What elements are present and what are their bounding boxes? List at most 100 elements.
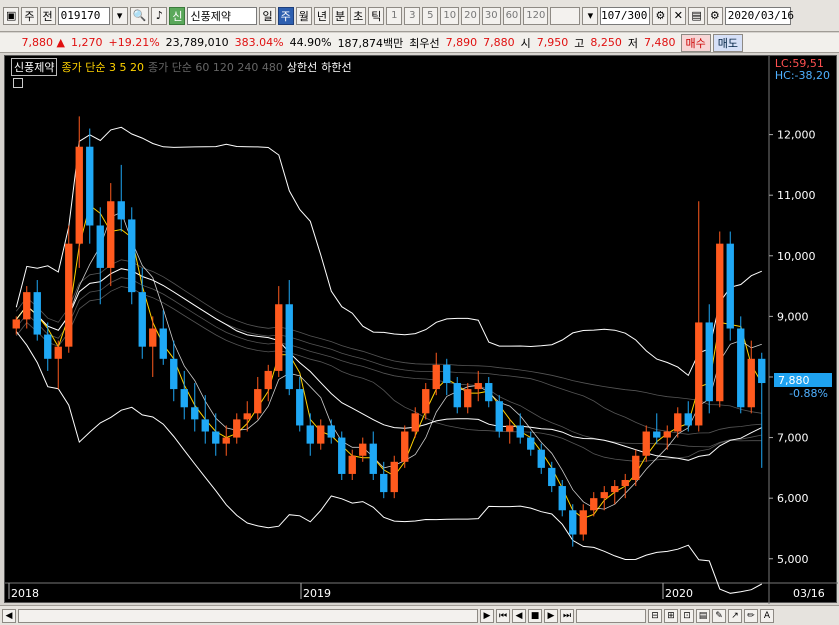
stock-badge-icon: 신	[169, 6, 186, 25]
count-field[interactable]: 107/300	[600, 6, 651, 25]
candle-body	[191, 407, 199, 420]
candle-body	[149, 328, 157, 347]
fit-icon[interactable]: ⊡	[680, 608, 694, 623]
prev-page-button[interactable]: ◀	[512, 608, 526, 623]
candle-body	[327, 425, 335, 438]
candle-body	[233, 419, 241, 438]
first-page-button[interactable]: ⏮	[496, 608, 510, 623]
candle-body	[317, 425, 325, 444]
interval-5[interactable]: 5	[422, 6, 439, 25]
candle-body	[138, 292, 146, 347]
candle-body	[537, 449, 545, 468]
chart-toolbar: ▣ 주 전 019170 ▾ 🔍 ♪ 신 신풍제약 일 주 월 년 분 초 틱 …	[0, 0, 839, 32]
stock-code-input[interactable]: 019170	[57, 6, 110, 25]
candle-body	[170, 358, 178, 390]
x-tick-label: 2019	[303, 587, 331, 600]
interval-120[interactable]: 120	[523, 6, 549, 25]
stop-button[interactable]: ■	[528, 608, 542, 623]
legend-lower[interactable]: 하한선	[321, 59, 351, 75]
legend-stock-name[interactable]: 신풍제약	[11, 58, 58, 76]
prev-button[interactable]: 전	[39, 6, 56, 25]
long-ma-line	[15, 277, 762, 448]
ma20-line	[15, 268, 763, 461]
speaker-icon[interactable]: ♪	[151, 6, 168, 25]
interval-custom[interactable]	[550, 6, 581, 25]
stock-name-field[interactable]: 신풍제약	[187, 6, 258, 25]
candle-body	[737, 328, 745, 408]
draw-icon[interactable]: ✏	[744, 608, 758, 623]
indicator-icon[interactable]: ⚙	[652, 6, 669, 25]
candle-body	[611, 486, 619, 493]
scroll-right-button[interactable]: ▶	[480, 608, 494, 623]
interval-3[interactable]: 3	[404, 6, 421, 25]
price-chart[interactable]: 12,00011,00010,0009,0008,0007,0006,0005,…	[4, 55, 838, 604]
tab-week[interactable]: 주	[277, 6, 294, 25]
candle-body	[285, 304, 293, 390]
print-icon[interactable]: ▤	[696, 608, 710, 623]
crosshair-icon[interactable]: ✕	[670, 6, 687, 25]
sell-button[interactable]: 매도	[712, 33, 744, 52]
interval-20[interactable]: 20	[461, 6, 480, 25]
grid-icon[interactable]	[13, 78, 23, 88]
scroll-left-button[interactable]: ◀	[2, 608, 16, 623]
y-tick-label: 7,000	[777, 432, 809, 445]
high-label: 고	[574, 36, 585, 50]
tab-day[interactable]: 일	[259, 6, 276, 25]
next-page-button[interactable]: ▶	[544, 608, 558, 623]
candle-body	[453, 383, 461, 408]
candle-body	[65, 243, 73, 347]
candle-body	[369, 443, 377, 474]
candle-body	[653, 431, 661, 438]
long-ma-line	[15, 286, 762, 462]
interval-60[interactable]: 60	[502, 6, 522, 25]
legend-ma-long[interactable]: 종가 단순 60 120 240 480	[148, 59, 283, 75]
market-select[interactable]: 주	[21, 6, 38, 25]
legend-ma[interactable]: 종가 단순 3 5 20	[61, 59, 143, 75]
legend-upper[interactable]: 상한선	[287, 59, 317, 75]
candle-body	[758, 358, 766, 384]
tab-minute[interactable]: 분	[331, 6, 349, 25]
tab-month[interactable]: 월	[295, 6, 312, 25]
candle-body	[107, 201, 115, 268]
save-icon[interactable]: ▤	[688, 6, 705, 25]
chart-icon[interactable]: ↗	[728, 608, 742, 623]
chart-type-icon[interactable]: ▣	[3, 6, 20, 25]
horizontal-scrollbar[interactable]	[18, 608, 478, 623]
candle-body	[516, 425, 524, 438]
buy-button[interactable]: 매수	[680, 33, 711, 52]
interval-10[interactable]: 10	[440, 6, 460, 25]
candle-body	[306, 425, 314, 444]
x-tick-label: 2020	[665, 587, 693, 600]
candle-body	[359, 443, 367, 456]
interval-dropdown[interactable]: ▾	[582, 6, 599, 25]
current-price: 7,880 ▲	[21, 36, 65, 49]
best-price-label: 최우선	[409, 36, 440, 50]
date-field[interactable]: 2020/03/16	[724, 6, 794, 25]
high-price: 8,250	[590, 36, 622, 49]
long-ma-line	[15, 268, 762, 435]
zoom-slider[interactable]	[576, 608, 646, 623]
tool-icon[interactable]: ✎	[712, 608, 726, 623]
search-icon[interactable]: 🔍	[129, 6, 150, 25]
code-dropdown-button[interactable]: ▾	[111, 6, 128, 25]
zoom-out-icon[interactable]: ⊟	[648, 608, 662, 623]
volume-ratio: 383.04%	[234, 36, 284, 49]
candle-body	[663, 431, 671, 438]
y-tick-label: 10,000	[777, 250, 816, 263]
candle-body	[684, 413, 692, 426]
interval-30[interactable]: 30	[481, 6, 501, 25]
interval-1[interactable]: 1	[386, 6, 403, 25]
last-page-button[interactable]: ⏭	[560, 608, 574, 623]
text-tool-icon[interactable]: A	[760, 608, 774, 623]
chart-canvas[interactable]: 12,00011,00010,0009,0008,0007,0006,0005,…	[5, 56, 838, 604]
candle-body	[243, 413, 251, 420]
x-tick-label: 03/16	[793, 587, 825, 600]
chart-statusbar: ◀ ▶ ⏮ ◀ ■ ▶ ⏭ ⊟ ⊞ ⊡ ▤ ✎ ↗ ✏ A	[0, 605, 839, 625]
tab-year[interactable]: 년	[313, 6, 330, 25]
y-tick-label: 9,000	[777, 310, 809, 323]
zoom-in-icon[interactable]: ⊞	[664, 608, 678, 623]
tab-second[interactable]: 초	[350, 6, 367, 25]
candle-body	[380, 473, 388, 493]
tab-tick[interactable]: 틱	[368, 6, 385, 25]
settings-icon[interactable]: ⚙	[706, 6, 723, 25]
